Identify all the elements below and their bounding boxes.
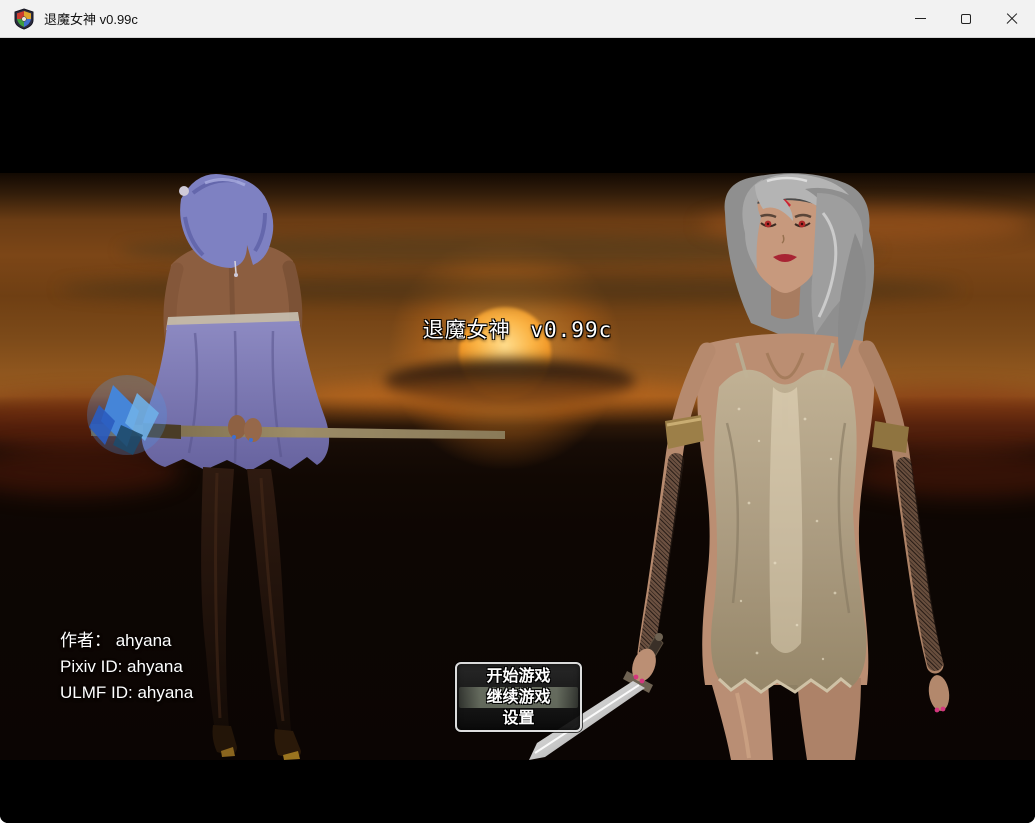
- app-icon: [13, 8, 35, 30]
- game-viewport: 退魔女神 v0.99c 作者： ahyana Pixiv ID: ahyana …: [0, 38, 1035, 823]
- menu-item-new-game[interactable]: 开始游戏: [459, 666, 578, 687]
- maximize-icon: [961, 14, 971, 24]
- window-controls: [897, 0, 1035, 37]
- game-title-overlay: 退魔女神 v0.99c: [0, 314, 1035, 344]
- window-titlebar[interactable]: 退魔女神 v0.99c: [0, 0, 1035, 38]
- menu-item-settings[interactable]: 设置: [459, 708, 578, 729]
- title-command-window: 开始游戏 继续游戏 设置: [455, 662, 582, 732]
- title-screen-scene: 退魔女神 v0.99c 作者： ahyana Pixiv ID: ahyana …: [0, 173, 1035, 760]
- close-button[interactable]: [989, 0, 1035, 37]
- credit-ulmf: ULMF ID: ahyana: [60, 680, 193, 706]
- window-title: 退魔女神 v0.99c: [44, 9, 138, 28]
- credit-pixiv: Pixiv ID: ahyana: [60, 654, 193, 680]
- close-icon: [1006, 13, 1018, 25]
- maximize-button[interactable]: [943, 0, 989, 37]
- minimize-button[interactable]: [897, 0, 943, 37]
- menu-item-continue[interactable]: 继续游戏: [459, 687, 578, 708]
- minimize-icon: [915, 18, 926, 19]
- credits-block: 作者： ahyana Pixiv ID: ahyana ULMF ID: ahy…: [60, 628, 193, 706]
- app-window: 退魔女神 v0.99c: [0, 0, 1035, 823]
- credit-author: 作者： ahyana: [60, 628, 193, 654]
